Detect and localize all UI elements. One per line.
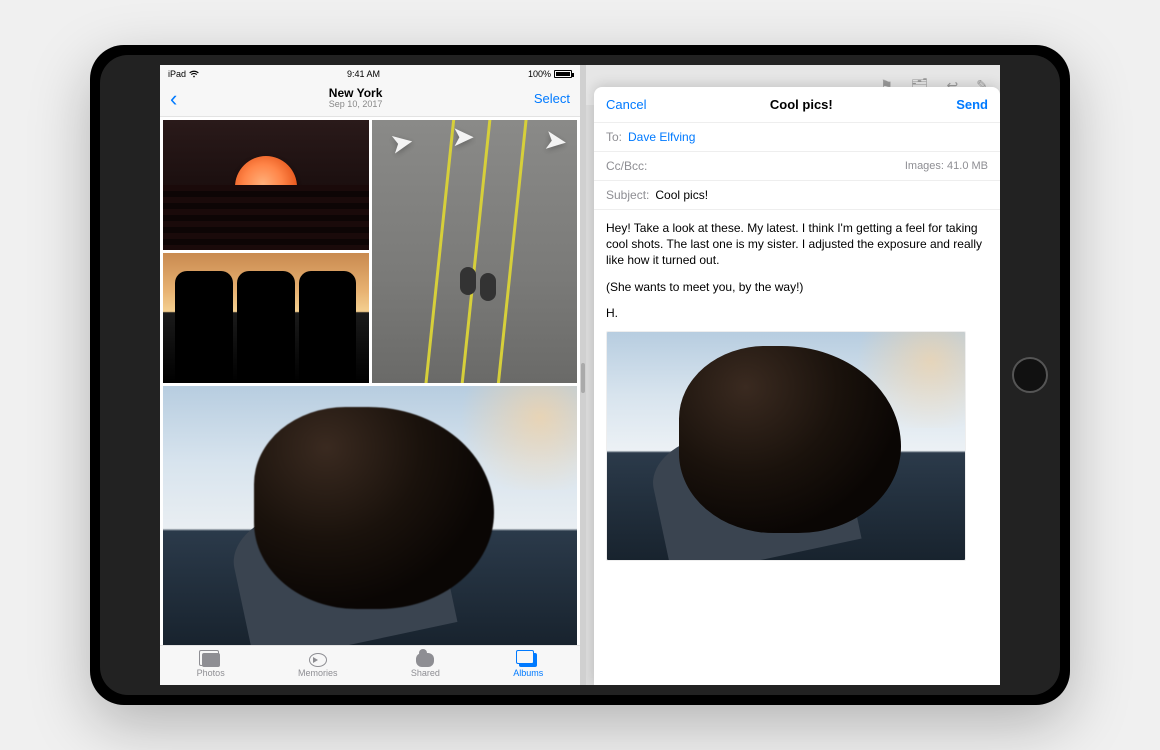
memories-icon xyxy=(309,653,327,667)
send-button[interactable]: Send xyxy=(956,97,988,112)
to-label: To: xyxy=(606,130,622,144)
person-silhouette xyxy=(237,271,295,383)
ccbcc-field[interactable]: Cc/Bcc: Images: 41.0 MB xyxy=(594,152,1000,181)
ipad-frame: iPad 9:41 AM 100% ‹ New York Sep 10, 201… xyxy=(90,45,1070,705)
albums-icon xyxy=(519,653,537,667)
photo-thumbnail[interactable] xyxy=(163,253,369,383)
road-arrow-icon: ➤ xyxy=(541,123,569,159)
tab-label: Shared xyxy=(411,668,440,678)
select-button[interactable]: Select xyxy=(534,91,570,106)
compose-title: Cool pics! xyxy=(770,97,833,112)
tab-label: Albums xyxy=(513,668,543,678)
subject-value: Cool pics! xyxy=(655,188,708,202)
photo-thumbnail[interactable] xyxy=(163,386,577,645)
tab-memories[interactable]: Memories xyxy=(298,653,338,678)
person-silhouette xyxy=(460,267,476,295)
cancel-button[interactable]: Cancel xyxy=(606,97,646,112)
screen: iPad 9:41 AM 100% ‹ New York Sep 10, 201… xyxy=(160,65,1000,685)
photo-thumbnail[interactable] xyxy=(163,120,369,250)
to-field[interactable]: To: Dave Elfving xyxy=(594,123,1000,152)
to-value[interactable]: Dave Elfving xyxy=(628,130,695,144)
photo-grid[interactable]: ➤ ➤ ➤ xyxy=(160,117,580,645)
attachment-size: Images: 41.0 MB xyxy=(905,160,988,172)
device-label: iPad xyxy=(168,69,186,79)
tab-label: Photos xyxy=(197,668,225,678)
nav-title-group: New York Sep 10, 2017 xyxy=(329,87,383,110)
mail-app: ⚑ 🗂 ↩ ✎ Cancel Cool pics! Send To: Dave … xyxy=(586,65,1000,685)
home-button[interactable] xyxy=(1012,357,1048,393)
subject-label: Subject: xyxy=(606,188,649,202)
status-time: 9:41 AM xyxy=(347,69,380,79)
back-button[interactable]: ‹ xyxy=(170,86,177,112)
cloud-icon xyxy=(416,653,434,667)
compose-nav: Cancel Cool pics! Send xyxy=(594,87,1000,123)
body-paragraph: (She wants to meet you, by the way!) xyxy=(606,279,988,295)
body-paragraph: Hey! Take a look at these. My latest. I … xyxy=(606,220,988,269)
photos-tab-bar: Photos Memories Shared Albums xyxy=(160,645,580,685)
ccbcc-label: Cc/Bcc: xyxy=(606,159,647,173)
subject-field[interactable]: Subject: Cool pics! xyxy=(594,181,1000,210)
ipad-inner: iPad 9:41 AM 100% ‹ New York Sep 10, 201… xyxy=(100,55,1060,695)
compose-body[interactable]: Hey! Take a look at these. My latest. I … xyxy=(594,210,1000,685)
road-arrow-icon: ➤ xyxy=(452,120,475,153)
tab-shared[interactable]: Shared xyxy=(411,653,440,678)
body-signature: H. xyxy=(606,305,988,321)
photo-thumbnail[interactable]: ➤ ➤ ➤ xyxy=(372,120,578,383)
road-arrow-icon: ➤ xyxy=(387,124,416,161)
wifi-icon xyxy=(189,70,199,78)
photos-icon xyxy=(202,653,220,667)
status-bar: iPad 9:41 AM 100% xyxy=(160,65,580,81)
tab-albums[interactable]: Albums xyxy=(513,653,543,678)
person-silhouette xyxy=(299,271,357,383)
photos-app: iPad 9:41 AM 100% ‹ New York Sep 10, 201… xyxy=(160,65,580,685)
nav-subtitle: Sep 10, 2017 xyxy=(329,100,383,110)
attached-image[interactable] xyxy=(606,331,966,561)
photos-nav-bar: ‹ New York Sep 10, 2017 Select xyxy=(160,81,580,117)
person-silhouette xyxy=(175,271,233,383)
compose-sheet: Cancel Cool pics! Send To: Dave Elfving … xyxy=(594,87,1000,685)
tab-label: Memories xyxy=(298,668,338,678)
battery-pct: 100% xyxy=(528,69,551,79)
battery-icon xyxy=(554,70,572,78)
tab-photos[interactable]: Photos xyxy=(197,653,225,678)
person-silhouette xyxy=(480,273,496,301)
